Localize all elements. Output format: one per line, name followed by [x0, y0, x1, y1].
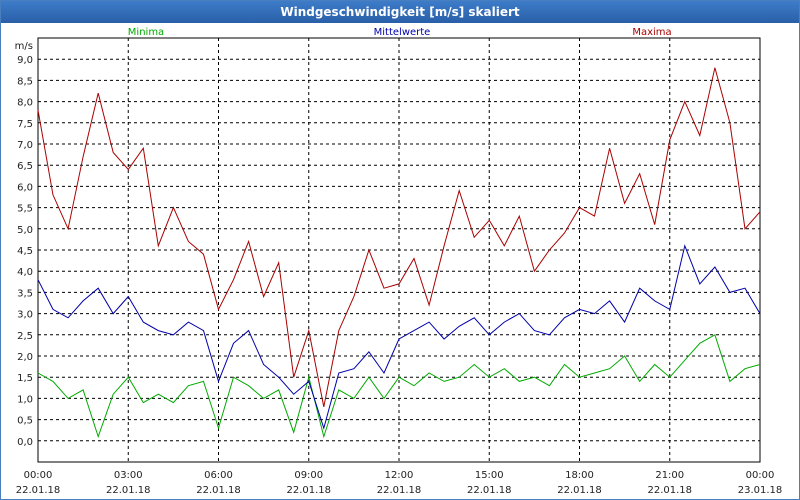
x-tick-time: 18:00: [565, 470, 594, 481]
x-tick-time: 03:00: [114, 470, 143, 481]
y-tick-label: 4,0: [17, 267, 33, 278]
y-tick-label: 1,5: [17, 373, 33, 384]
y-axis-unit-label: m/s: [15, 41, 33, 52]
x-tick-date: 22.01.18: [16, 485, 61, 496]
x-tick-date: 22.01.18: [647, 485, 692, 496]
x-tick-time: 06:00: [204, 470, 233, 481]
y-tick-label: 6,0: [17, 182, 33, 193]
grid: [38, 38, 760, 462]
x-tick-date: 22.01.18: [286, 485, 331, 496]
y-tick-label: 8,5: [17, 76, 33, 87]
y-tick-label: 5,0: [17, 225, 33, 236]
x-tick-time: 00:00: [746, 470, 775, 481]
x-tick-date: 22.01.18: [106, 485, 151, 496]
y-tick-label: 2,0: [17, 352, 33, 363]
y-tick-label: 2,5: [17, 331, 33, 342]
x-tick-time: 00:00: [24, 470, 53, 481]
y-tick-label: 4,5: [17, 246, 33, 257]
x-tick-date: 22.01.18: [467, 485, 512, 496]
y-tick-label: 1,0: [17, 394, 33, 405]
x-tick-date: 22.01.18: [377, 485, 422, 496]
x-tick-date: 23.01.18: [738, 485, 783, 496]
x-tick-time: 21:00: [655, 470, 684, 481]
x-tick-labels: 00:00 22.01.18 03:00 22.01.18 06:00 22.01.18 0…: [16, 470, 783, 496]
x-tick-date: 22.01.18: [557, 485, 602, 496]
y-tick-label: 0,0: [17, 437, 33, 448]
y-tick-label: 0,5: [17, 416, 33, 427]
y-tick-label: 7,5: [17, 119, 33, 130]
y-tick-label: 9,0: [17, 55, 33, 66]
legend-mittelwerte: Mittelwerte: [374, 27, 431, 38]
y-tick-label: 8,0: [17, 98, 33, 109]
x-tick-time: 12:00: [385, 470, 414, 481]
y-tick-label: 5,5: [17, 204, 33, 215]
x-tick-date: 22.01.18: [196, 485, 241, 496]
y-tick-label: 7,0: [17, 140, 33, 151]
wind-speed-chart: 0,0 0,5 1,0 1,5 2,0 2,5 3,0 3,5 4,0 4,5 5,0 5,5 6,0 6…: [15, 27, 783, 496]
x-tick-time: 15:00: [475, 470, 504, 481]
legend-maxima: Maxima: [632, 27, 671, 38]
legend-minima: Minima: [128, 27, 164, 38]
x-tick-time: 09:00: [294, 470, 323, 481]
y-tick-label: 3,5: [17, 288, 33, 299]
y-tick-label: 3,0: [17, 310, 33, 321]
y-tick-labels: 0,0 0,5 1,0 1,5 2,0 2,5 3,0 3,5 4,0 4,5 5,0 5,5 6,0 6…: [17, 55, 33, 448]
y-tick-label: 6,5: [17, 161, 33, 172]
